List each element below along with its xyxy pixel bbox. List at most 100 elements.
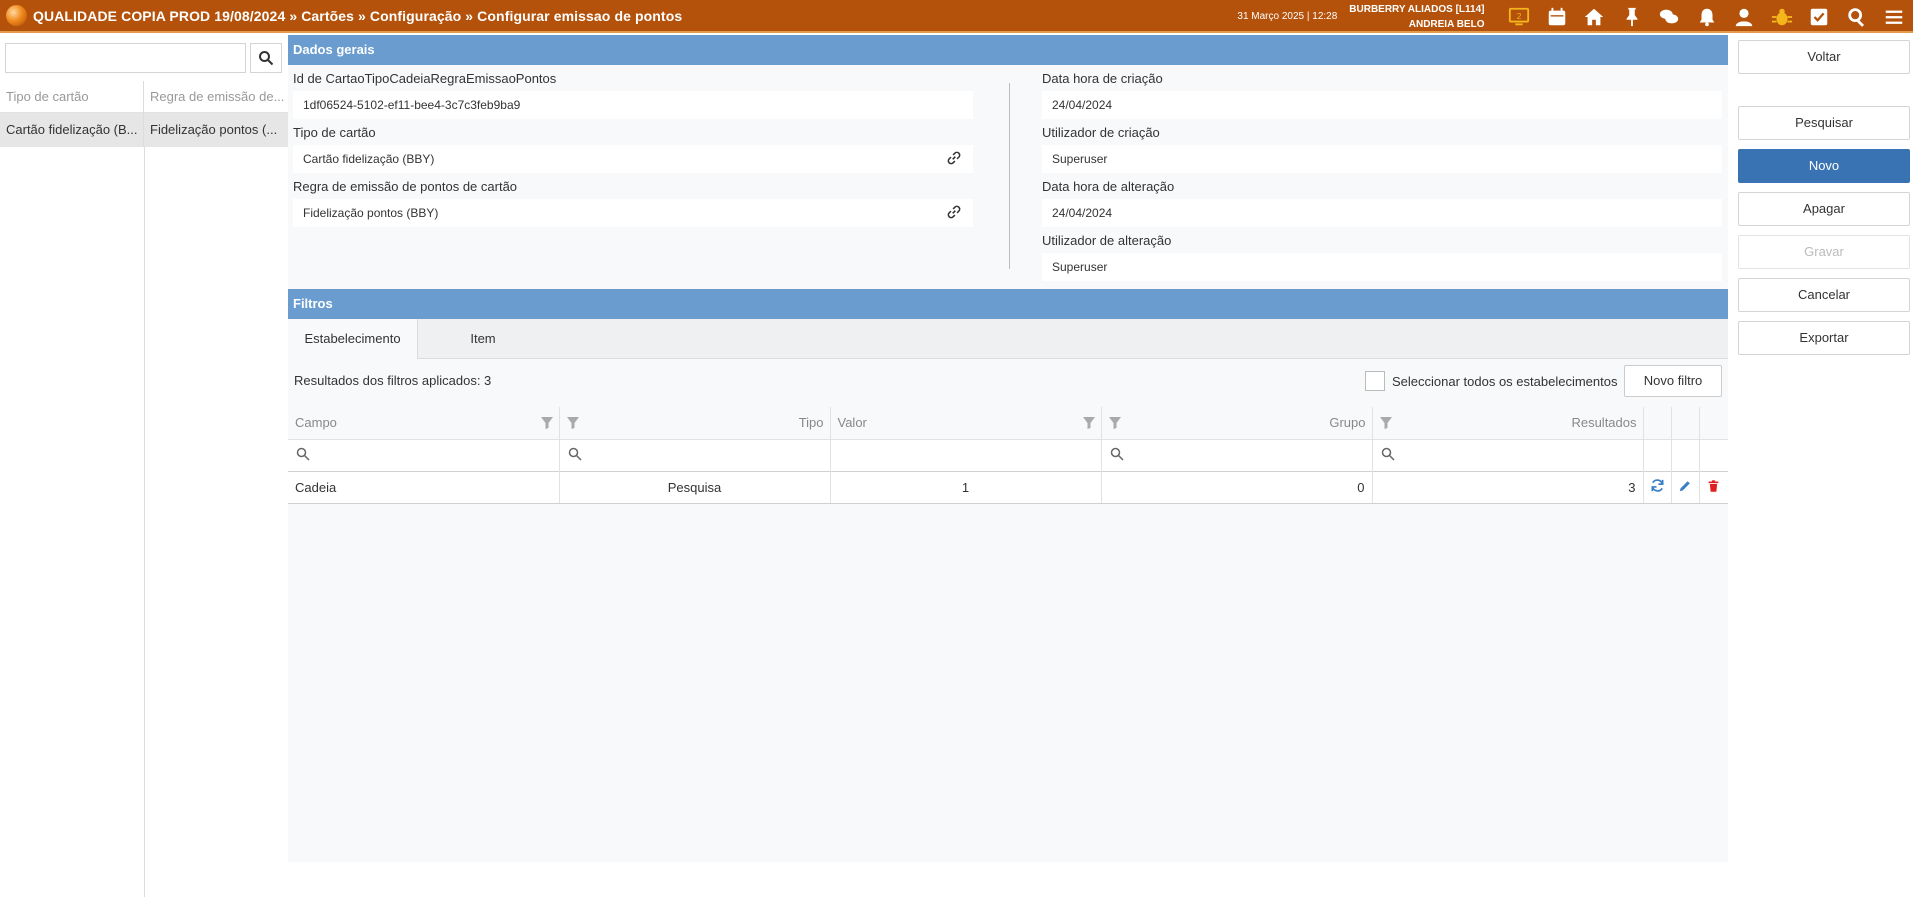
criacao-field: 24/04/2024 — [1042, 91, 1722, 119]
col-tipo[interactable]: Tipo — [559, 407, 830, 439]
filter-icon[interactable] — [567, 417, 579, 429]
grid-search-row — [288, 439, 1728, 471]
calendar-icon[interactable] — [1538, 0, 1576, 33]
col-campo-label: Campo — [295, 415, 337, 430]
general-section: Id de CartaoTipoCadeiaRegraEmissaoPontos… — [288, 65, 1728, 285]
list-search-button[interactable] — [250, 43, 282, 73]
delete-button[interactable] — [1699, 471, 1728, 503]
user-name: ANDREIA BELO — [1349, 17, 1484, 32]
cancel-button[interactable]: Cancelar — [1738, 278, 1910, 312]
new-button[interactable]: Novo — [1738, 149, 1910, 183]
resultados-search-cell[interactable] — [1372, 439, 1643, 471]
link-icon[interactable] — [947, 205, 961, 219]
breadcrumb: QUALIDADE COPIA PROD 19/08/2024 » Cartõe… — [33, 8, 682, 24]
current-datetime: 31 Março 2025 | 12:28 — [1237, 11, 1337, 22]
search-icon — [258, 50, 274, 66]
chat-icon[interactable] — [1651, 0, 1689, 33]
list-search-input[interactable] — [5, 43, 246, 73]
list-col-regra-emissao[interactable]: Regra de emissão de... — [144, 81, 288, 112]
filter-icon[interactable] — [1109, 417, 1121, 429]
new-filter-button[interactable]: Novo filtro — [1624, 365, 1722, 397]
grid-header-row: Campo Tipo Valor Grupo Resultados — [288, 407, 1728, 439]
cell-tipo: Pesquisa — [559, 471, 830, 503]
pencil-icon — [1678, 479, 1692, 493]
export-button[interactable]: Exportar — [1738, 321, 1910, 355]
valor-search-cell[interactable] — [830, 439, 1101, 471]
trash-icon — [1707, 479, 1720, 493]
left-list-panel: Tipo de cartão Regra de emissão de... Ca… — [0, 35, 288, 862]
cell-valor: 1 — [830, 471, 1101, 503]
detail-panel: Dados gerais Id de CartaoTipoCadeiaRegra… — [288, 35, 1728, 862]
utilizador-criacao-field: Superuser — [1042, 145, 1722, 173]
filters-section-title: Filtros — [288, 289, 1728, 319]
col-campo[interactable]: Campo — [288, 407, 559, 439]
col-action-delete — [1699, 407, 1728, 439]
empty-cell — [1699, 439, 1728, 471]
menu-icon[interactable] — [1876, 0, 1913, 33]
actions-panel: Voltar Pesquisar Novo Apagar Gravar Canc… — [1728, 35, 1913, 862]
filter-toolbar: Resultados dos filtros aplicados: 3 Sele… — [288, 359, 1728, 405]
refresh-button[interactable] — [1643, 471, 1671, 503]
filter-icon[interactable] — [541, 417, 553, 429]
tipo-search-cell[interactable] — [559, 439, 830, 471]
col-action-edit — [1671, 407, 1699, 439]
regra-field[interactable]: Fidelização pontos (BBY) — [293, 199, 973, 227]
empty-cell — [1671, 439, 1699, 471]
select-all-checkbox[interactable] — [1365, 371, 1385, 391]
refresh-icon — [1650, 478, 1665, 493]
back-button[interactable]: Voltar — [1738, 40, 1910, 74]
checkbox-icon[interactable] — [1801, 0, 1839, 33]
company-name: BURBERRY ALIADOS [L114] — [1349, 2, 1484, 17]
user-icon[interactable] — [1726, 0, 1764, 33]
filter-icon[interactable] — [1380, 417, 1392, 429]
regra-label: Regra de emissão de pontos de cartão — [293, 179, 517, 194]
bug-icon[interactable] — [1763, 0, 1801, 33]
pin-icon[interactable] — [1613, 0, 1651, 33]
col-valor[interactable]: Valor — [830, 407, 1101, 439]
filters-section: Estabelecimento Item Resultados dos filt… — [288, 319, 1728, 405]
home-icon[interactable] — [1576, 0, 1614, 33]
bell-icon[interactable] — [1688, 0, 1726, 33]
app-logo[interactable] — [6, 5, 27, 26]
tipo-cartao-label: Tipo de cartão — [293, 125, 376, 140]
col-grupo-label: Grupo — [1329, 415, 1365, 430]
list-item[interactable]: Cartão fidelização (B... Fidelização pon… — [0, 113, 288, 147]
search-icon[interactable] — [1838, 0, 1876, 33]
regra-value: Fidelização pontos (BBY) — [303, 206, 438, 220]
tipo-cartao-field[interactable]: Cartão fidelização (BBY) — [293, 145, 973, 173]
tab-item[interactable]: Item — [418, 319, 548, 358]
tipo-cartao-value: Cartão fidelização (BBY) — [303, 152, 434, 166]
delete-record-button[interactable]: Apagar — [1738, 192, 1910, 226]
tab-estabelecimento[interactable]: Estabelecimento — [288, 319, 418, 359]
monitor-badge-icon[interactable]: 2 — [1501, 0, 1539, 33]
select-all-label[interactable]: Seleccionar todos os estabelecimentos — [1392, 374, 1617, 389]
user-info[interactable]: BURBERRY ALIADOS [L114] ANDREIA BELO — [1349, 2, 1484, 32]
section-divider — [1009, 83, 1010, 269]
id-field[interactable]: 1df06524-5102-ef11-bee4-3c7c3feb9ba9 — [293, 91, 973, 119]
save-button[interactable]: Gravar — [1738, 235, 1910, 269]
link-icon[interactable] — [947, 151, 961, 165]
search-icon — [1381, 447, 1395, 461]
col-valor-label: Valor — [838, 415, 867, 430]
list-cell-regra: Fidelização pontos (... — [144, 113, 288, 147]
search-icon — [296, 447, 310, 461]
search-button[interactable]: Pesquisar — [1738, 106, 1910, 140]
grupo-search-cell[interactable] — [1101, 439, 1372, 471]
col-resultados[interactable]: Resultados — [1372, 407, 1643, 439]
top-bar: QUALIDADE COPIA PROD 19/08/2024 » Cartõe… — [0, 0, 1913, 33]
campo-search-cell[interactable] — [288, 439, 559, 471]
table-row[interactable]: Cadeia Pesquisa 1 0 3 — [288, 471, 1728, 503]
edit-button[interactable] — [1671, 471, 1699, 503]
cell-resultados: 3 — [1372, 471, 1643, 503]
list-header: Tipo de cartão Regra de emissão de... — [0, 81, 288, 113]
criacao-value: 24/04/2024 — [1052, 98, 1112, 112]
col-grupo[interactable]: Grupo — [1101, 407, 1372, 439]
svg-text:2: 2 — [1517, 11, 1522, 20]
filter-icon[interactable] — [1083, 417, 1095, 429]
utilizador-alteracao-value: Superuser — [1052, 260, 1107, 274]
criacao-label: Data hora de criação — [1042, 71, 1163, 86]
list-col-tipo-cartao[interactable]: Tipo de cartão — [0, 81, 144, 112]
alteracao-value: 24/04/2024 — [1052, 206, 1112, 220]
utilizador-alteracao-label: Utilizador de alteração — [1042, 233, 1171, 248]
col-tipo-label: Tipo — [799, 415, 824, 430]
